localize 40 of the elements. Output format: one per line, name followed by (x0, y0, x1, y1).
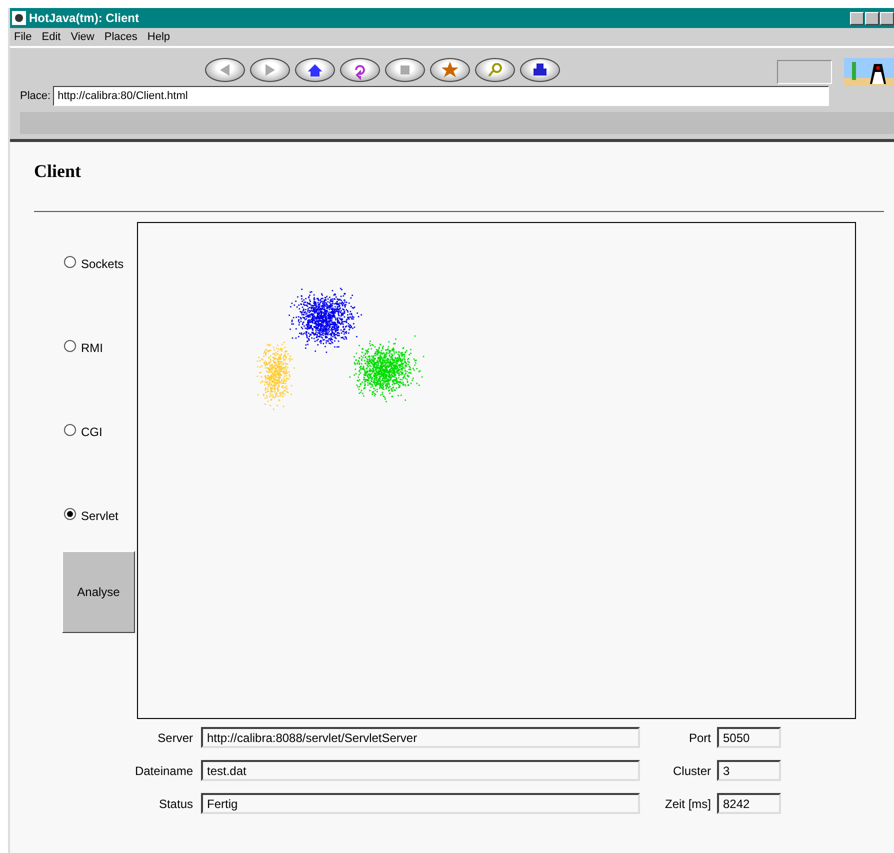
field-label: Cluster (672, 762, 712, 780)
radio-label[interactable]: CGI (81, 423, 102, 441)
radio-label[interactable]: RMI (81, 339, 103, 357)
menu-item[interactable]: Help (147, 28, 170, 46)
app-icon (12, 11, 26, 25)
text-field[interactable]: http://calibra:8088/servlet/ServletServer (201, 727, 640, 748)
menu-item[interactable]: Edit (42, 28, 61, 46)
close-button[interactable] (880, 12, 894, 24)
field-label: Server (156, 730, 194, 746)
blank-panel (777, 60, 832, 84)
radio-label[interactable]: Servlet (81, 507, 118, 525)
radio-button[interactable] (64, 340, 76, 352)
search-button[interactable] (474, 58, 514, 82)
radio-button[interactable] (64, 508, 76, 520)
menu-item[interactable]: File (14, 28, 32, 46)
text-field[interactable]: Fertig (201, 793, 640, 814)
field-label: Status (158, 796, 194, 812)
star-button[interactable] (430, 58, 470, 82)
field-label: Port (688, 730, 712, 746)
field-label: Zeit [ms] (664, 796, 712, 812)
radio-button[interactable] (64, 256, 76, 268)
analyse-button[interactable]: Analyse (62, 551, 135, 633)
place-label: Place: (20, 88, 51, 104)
radio-button[interactable] (64, 424, 76, 436)
text-field[interactable]: test.dat (201, 760, 640, 781)
home-button[interactable] (294, 58, 334, 82)
reload-button[interactable] (340, 58, 380, 82)
maximize-button[interactable] (865, 12, 879, 24)
text-field[interactable]: 5050 (717, 727, 781, 748)
field-label: Dateiname (134, 762, 194, 780)
page-heading: Client (34, 160, 82, 183)
print-button[interactable] (520, 58, 560, 82)
window-title: HotJava(tm): Client (29, 10, 140, 27)
menu-item[interactable]: View (70, 28, 94, 46)
address-field[interactable]: http://calibra:80/Client.html (52, 86, 829, 106)
text-field[interactable]: 3 (717, 760, 781, 781)
text-field[interactable]: 8242 (717, 793, 781, 814)
radio-label[interactable]: Sockets (81, 255, 124, 273)
menu-item[interactable]: Places (104, 28, 138, 46)
minimize-button[interactable] (850, 12, 864, 24)
